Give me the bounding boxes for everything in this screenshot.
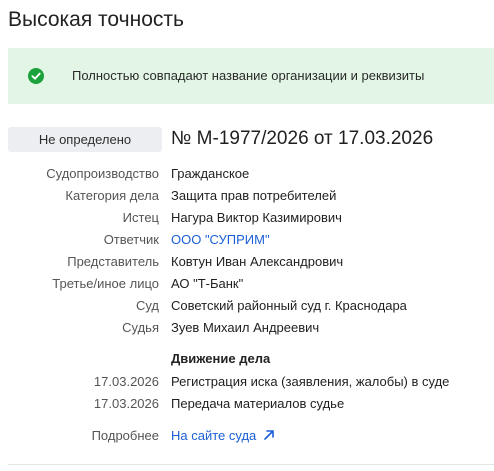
external-link-arrow-icon[interactable]	[263, 429, 275, 441]
movement-event: 17.03.2026 Регистрация иска (заявления, …	[0, 371, 494, 393]
detail-row-third-party: Третье/иное лицо АО "Т-Банк"	[0, 273, 494, 295]
detail-value: Защита прав потребителей	[171, 188, 337, 203]
banner-text: Полностью совпадают название организации…	[72, 68, 425, 83]
detail-label: Представитель	[67, 254, 159, 269]
detail-label: Судья	[122, 320, 159, 335]
event-text: Передача материалов судье	[171, 396, 345, 411]
page-title: Высокая точность	[8, 8, 184, 31]
movement-title: Движение дела	[171, 351, 271, 366]
detail-label: Суд	[135, 298, 159, 313]
event-date: 17.03.2026	[93, 396, 159, 411]
detail-label: Ответчик	[103, 232, 159, 247]
more-row: Подробнее На сайте суда	[0, 425, 494, 447]
detail-row-proceeding: Судопроизводство Гражданское	[0, 163, 494, 185]
detail-value: Зуев Михаил Андреевич	[171, 320, 320, 335]
detail-label: Истец	[122, 210, 159, 225]
detail-label: Судопроизводство	[46, 166, 159, 181]
detail-value: Нагура Виктор Казимирович	[171, 210, 342, 225]
detail-row-representative: Представитель Ковтун Иван Александрович	[0, 251, 494, 273]
detail-value: Гражданское	[171, 166, 250, 181]
status-badge: Не определено	[8, 127, 162, 152]
event-text: Регистрация иска (заявления, жалобы) в с…	[171, 374, 450, 389]
detail-row-defendant: Ответчик ООО "СУПРИМ"	[0, 229, 494, 251]
detail-row-plaintiff: Истец Нагура Виктор Казимирович	[0, 207, 494, 229]
detail-value: Советский районный суд г. Краснодара	[171, 298, 407, 313]
court-site-link-text[interactable]: На сайте суда	[171, 428, 256, 443]
detail-label: Третье/иное лицо	[52, 276, 159, 291]
check-circle-icon	[28, 68, 44, 84]
case-number: № М-1977/2026 от 17.03.2026	[171, 128, 434, 149]
detail-row-category: Категория дела Защита прав потребителей	[0, 185, 494, 207]
event-date: 17.03.2026	[93, 374, 159, 389]
defendant-link[interactable]: ООО "СУПРИМ"	[171, 229, 270, 251]
detail-row-court: Суд Советский районный суд г. Краснодара	[0, 295, 494, 317]
detail-value: АО "Т-Банк"	[171, 276, 244, 291]
movement-event: 17.03.2026 Передача материалов судье	[0, 393, 494, 415]
match-banner: Полностью совпадают название организации…	[8, 48, 494, 104]
detail-row-judge: Судья Зуев Михаил Андреевич	[0, 317, 494, 339]
court-site-link[interactable]: На сайте суда	[171, 425, 275, 447]
detail-label: Категория дела	[65, 188, 159, 203]
more-label: Подробнее	[91, 428, 159, 443]
bottom-divider	[8, 464, 494, 465]
detail-value: Ковтун Иван Александрович	[171, 254, 344, 269]
